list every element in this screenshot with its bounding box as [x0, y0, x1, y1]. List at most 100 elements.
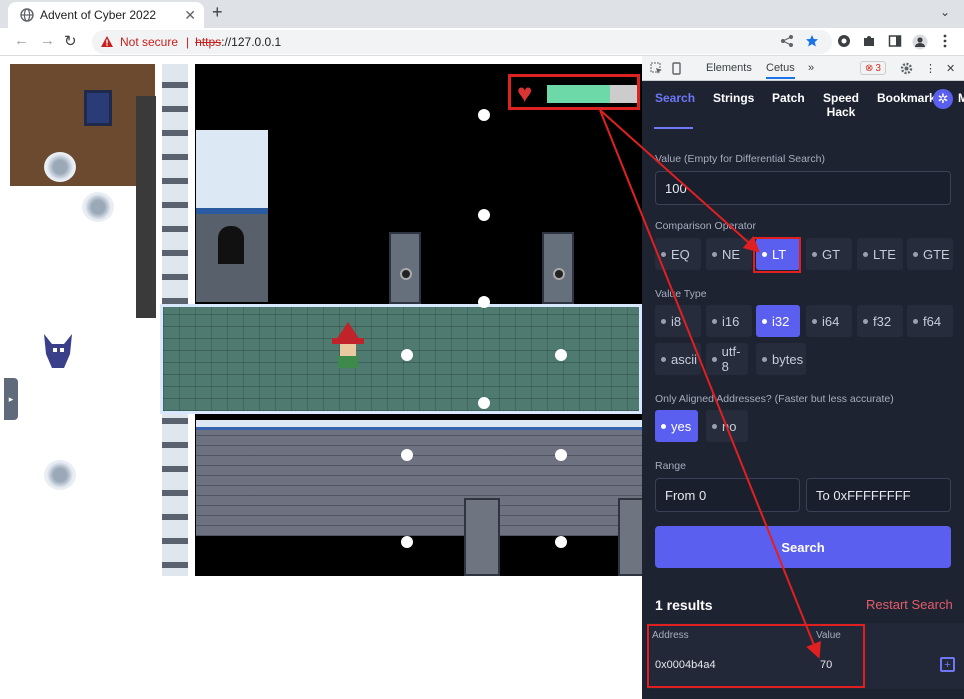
aligned-option-no[interactable]: no	[706, 410, 748, 442]
health-bar-highlight: ♥	[508, 74, 640, 110]
radio-dot-icon	[812, 318, 817, 324]
snowball	[555, 536, 567, 548]
result-highlight-box	[647, 624, 865, 688]
type-option-i64[interactable]: i64	[806, 305, 852, 337]
type-option-bytes[interactable]: bytes	[756, 343, 806, 375]
game-canvas[interactable]	[10, 64, 642, 576]
snowball	[555, 349, 567, 361]
device-toggle-icon[interactable]	[670, 62, 683, 75]
snowball	[478, 109, 490, 121]
address-bar[interactable]: Not secure | https ://127.0.0.1	[92, 30, 832, 54]
browser-tab[interactable]: Advent of Cyber 2022 ✕	[8, 2, 204, 28]
screenshot-root: Advent of Cyber 2022 ✕ + ⌄ ← → ↻ Not sec…	[0, 0, 964, 699]
tab-search-icon[interactable]: ⌄	[940, 5, 950, 19]
comparison-option-label: GTE	[923, 246, 950, 262]
radio-dot-icon	[913, 251, 918, 257]
comparison-option-label: EQ	[671, 246, 690, 262]
restart-search-button[interactable]: Restart Search	[866, 597, 953, 612]
snowball	[478, 209, 490, 221]
snowball	[555, 449, 567, 461]
log-cabin	[10, 64, 155, 186]
comparison-option-eq[interactable]: EQ	[655, 238, 701, 270]
star-icon[interactable]	[805, 34, 819, 48]
nav-patch[interactable]: Patch	[772, 91, 805, 105]
type-option-label: bytes	[772, 351, 804, 367]
comparison-option-lte[interactable]: LTE	[857, 238, 903, 270]
type-option-label: f32	[873, 313, 892, 329]
sidebar-handle[interactable]: ▸	[4, 378, 18, 420]
ice-tower	[196, 130, 268, 302]
snowball	[478, 397, 490, 409]
type-option-utf8[interactable]: utf-8	[706, 343, 748, 375]
url-scheme: https	[195, 35, 222, 49]
tab-cetus[interactable]: Cetus	[766, 62, 795, 79]
pillar-ring	[553, 268, 565, 280]
devtools-close-icon[interactable]: ✕	[946, 62, 955, 75]
nav-search[interactable]: Search	[655, 91, 695, 105]
forward-button[interactable]: →	[40, 32, 55, 49]
type-option-i32[interactable]: i32	[756, 305, 800, 337]
type-option-label: i8	[671, 313, 682, 329]
comparison-option-gt[interactable]: GT	[806, 238, 852, 270]
extension-icon[interactable]	[837, 34, 851, 48]
share-icon[interactable]	[780, 34, 794, 48]
nav-more[interactable]: M	[958, 91, 964, 105]
error-badge[interactable]: ⊗ 3	[860, 61, 886, 75]
range-to-input[interactable]: To 0xFFFFFFFF	[806, 478, 951, 512]
nav-speed-hack[interactable]: Speed Hack	[822, 91, 860, 119]
health-bar-fill	[547, 85, 610, 103]
type-option-f32[interactable]: f32	[857, 305, 903, 337]
type-option-i16[interactable]: i16	[706, 305, 752, 337]
more-tabs-button[interactable]: »	[808, 62, 814, 74]
snow-bush	[44, 152, 76, 182]
nav-strings[interactable]: Strings	[713, 91, 754, 105]
aligned-option-label: no	[722, 418, 737, 434]
not-secure-label[interactable]: Not secure	[120, 35, 178, 49]
value-input[interactable]: 100	[655, 171, 951, 205]
radio-dot-icon	[712, 423, 717, 429]
back-button[interactable]: ←	[14, 32, 29, 49]
type-option-i8[interactable]: i8	[655, 305, 701, 337]
menu-icon[interactable]	[942, 34, 948, 48]
nav-bookmarks[interactable]: Bookmark	[877, 91, 936, 105]
sidepanel-icon[interactable]	[888, 34, 902, 48]
stone-column	[618, 498, 642, 576]
search-button[interactable]: Search	[655, 526, 951, 568]
range-from-input[interactable]: From 0	[655, 478, 800, 512]
settings-gear-icon[interactable]: ✲	[933, 89, 953, 109]
profile-icon[interactable]	[912, 34, 928, 50]
tab-elements[interactable]: Elements	[706, 62, 752, 74]
type-option-ascii[interactable]: ascii	[655, 343, 701, 375]
settings-icon[interactable]	[900, 62, 913, 75]
radio-dot-icon	[661, 423, 666, 429]
radio-dot-icon	[712, 251, 717, 257]
error-icon: ⊗	[865, 62, 874, 74]
tab-title: Advent of Cyber 2022	[40, 8, 157, 22]
value-type-label: Value Type	[655, 288, 707, 300]
radio-dot-icon	[661, 318, 666, 324]
nav-active-underline	[654, 127, 693, 129]
type-option-label: i64	[822, 313, 840, 329]
bookmark-add-icon[interactable]: +	[940, 657, 955, 672]
comparison-option-ne[interactable]: NE	[706, 238, 752, 270]
inspect-icon[interactable]	[650, 62, 663, 75]
aligned-label: Only Aligned Addresses? (Faster but less…	[655, 393, 894, 405]
radio-dot-icon	[812, 251, 817, 257]
radio-dot-icon	[762, 356, 767, 362]
enemy-sprite	[44, 334, 72, 368]
radio-dot-icon	[661, 251, 666, 257]
radio-dot-icon	[712, 318, 717, 324]
tab-close-icon[interactable]: ✕	[184, 7, 196, 24]
stone-pillar	[389, 232, 421, 304]
type-option-f64[interactable]: f64	[907, 305, 953, 337]
devtools-menu-icon[interactable]: ⋮	[925, 62, 936, 75]
reload-button[interactable]: ↻	[64, 32, 77, 50]
new-tab-button[interactable]: +	[212, 2, 223, 23]
puzzle-icon[interactable]	[862, 34, 876, 48]
url-separator: |	[186, 35, 190, 49]
snowball	[401, 536, 413, 548]
aligned-option-yes[interactable]: yes	[655, 410, 698, 442]
cetus-nav: Search Strings Patch Speed Hack Bookmark…	[642, 81, 964, 131]
type-option-label: utf-8	[721, 344, 741, 374]
comparison-option-gte[interactable]: GTE	[907, 238, 953, 270]
